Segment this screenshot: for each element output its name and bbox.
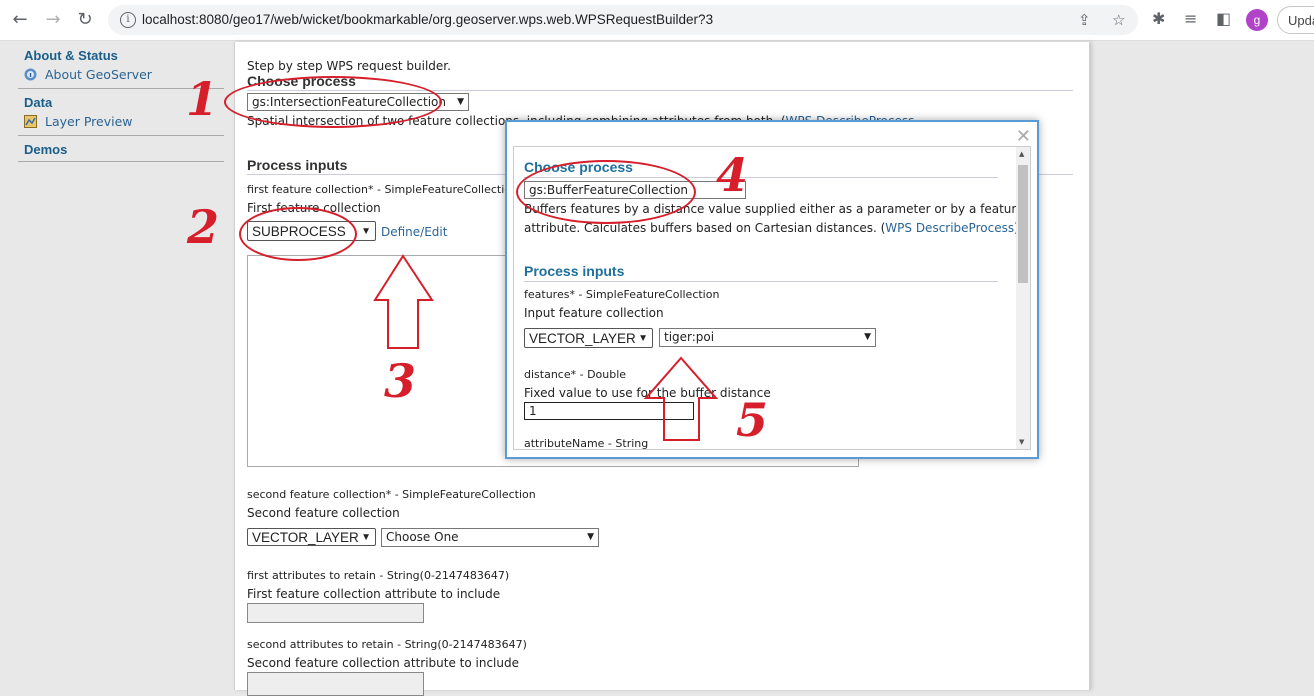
arrow-up-icon bbox=[643, 356, 719, 441]
annotation-number-3: 3 bbox=[384, 354, 417, 408]
arrow-up-icon bbox=[373, 254, 434, 349]
annotation-number-4: 4 bbox=[716, 148, 749, 202]
annotation-number-5: 5 bbox=[736, 393, 769, 447]
annotation-number-1: 1 bbox=[186, 72, 219, 126]
annotation-number-2: 2 bbox=[187, 200, 220, 254]
